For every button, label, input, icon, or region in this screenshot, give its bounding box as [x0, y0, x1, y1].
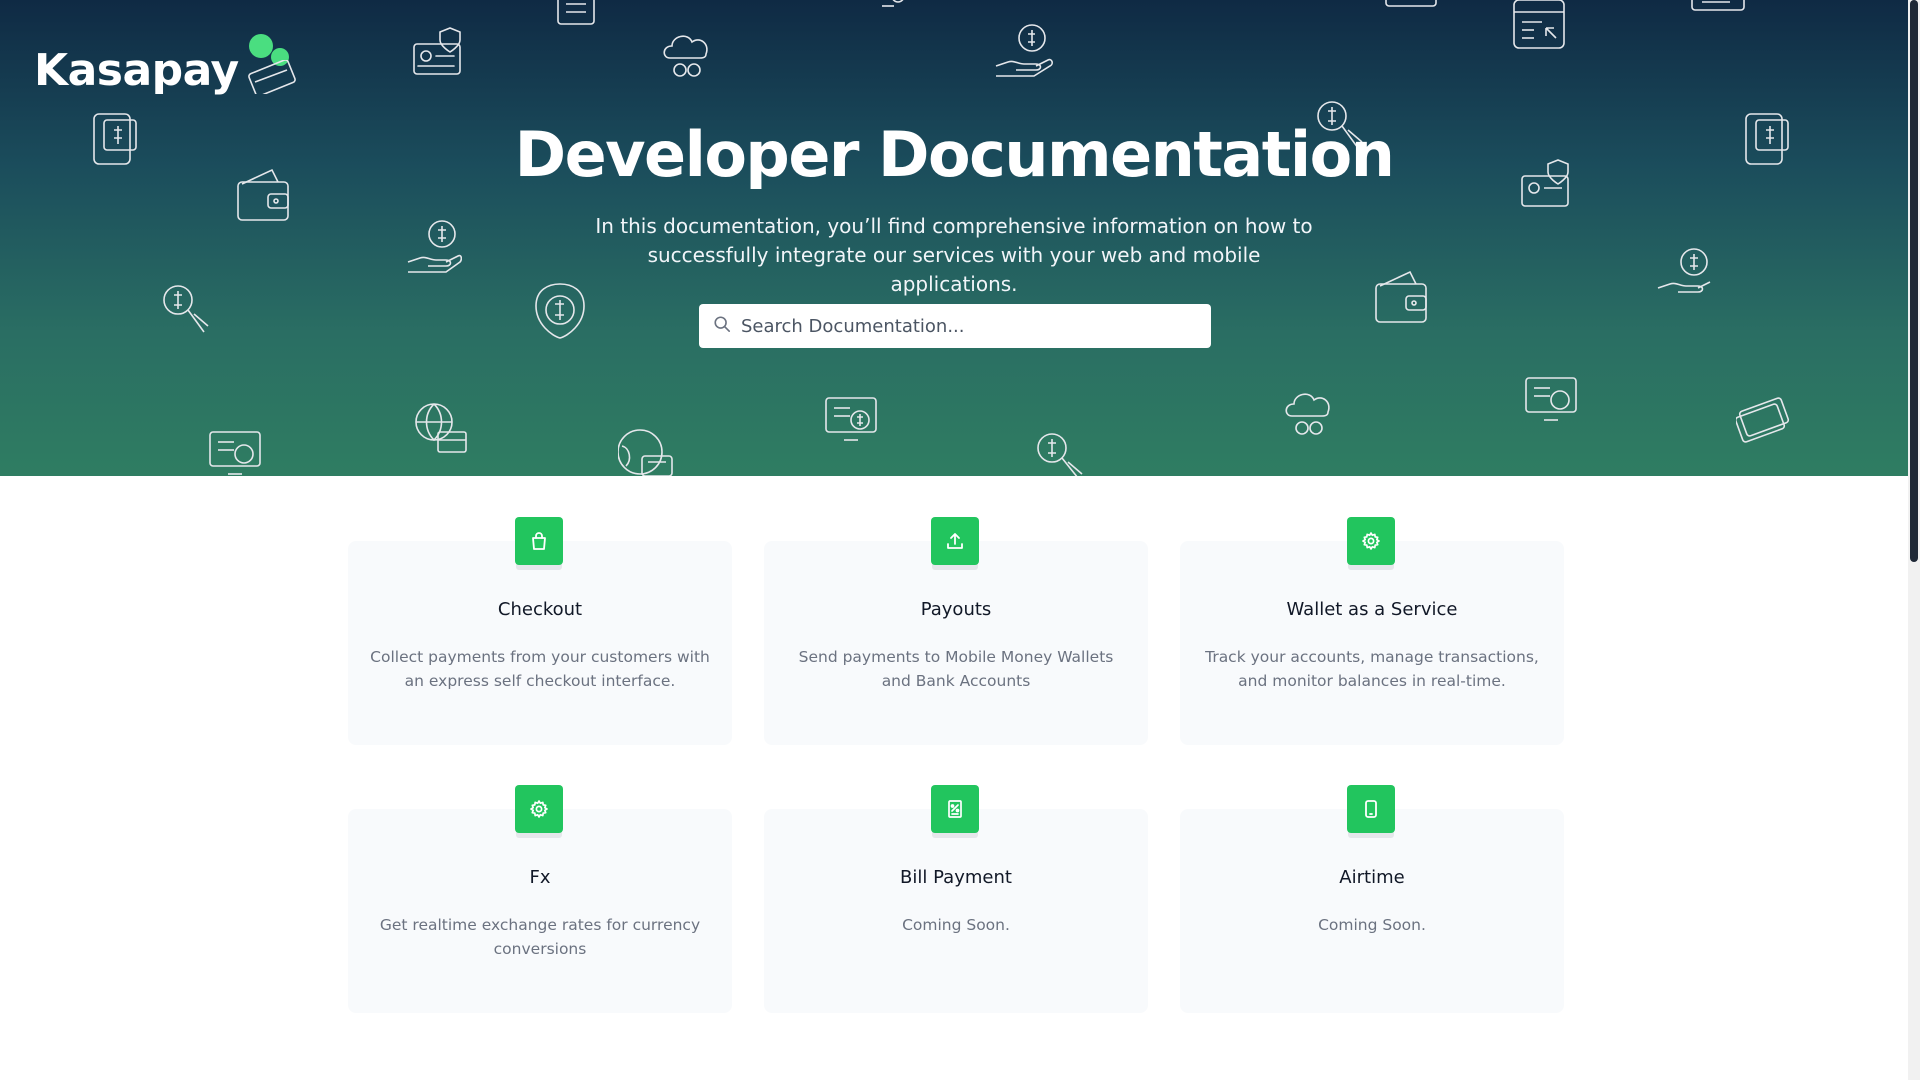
hand-dollar-icon: [994, 22, 1054, 80]
card-title: Fx: [529, 867, 551, 888]
card-payouts[interactable]: Payouts Send payments to Mobile Money Wa…: [764, 517, 1148, 745]
globe-wallet-icon: [617, 426, 674, 476]
dollar-click-icon: [160, 282, 214, 338]
page-scrollbar[interactable]: [1908, 0, 1920, 1080]
card-title: Wallet as a Service: [1286, 599, 1458, 620]
card-checkout[interactable]: Checkout Collect payments from your cust…: [348, 517, 732, 745]
phone-icon: [1347, 785, 1395, 833]
document-icon: [548, 0, 598, 28]
browser-window-icon: [1512, 0, 1566, 52]
hand-dollar-icon: [406, 218, 463, 276]
search-bar[interactable]: [699, 304, 1211, 348]
page-title: Developer Documentation: [514, 118, 1395, 191]
monitor-payment-icon: [208, 430, 264, 476]
card-description: Coming Soon.: [902, 916, 1010, 934]
shield-dollar-icon: [532, 282, 588, 340]
card-wallet-as-a-service[interactable]: Wallet as a Service Track your accounts,…: [1180, 517, 1564, 745]
logo-text: Kasapay: [34, 44, 239, 96]
card-description: Collect payments from your customers wit…: [370, 648, 710, 690]
card-description: Send payments to Mobile Money Wallets an…: [798, 648, 1114, 690]
card-title: Payouts: [920, 599, 992, 620]
card-fx[interactable]: Fx Get realtime exchange rates for curre…: [348, 785, 732, 1013]
logo[interactable]: Kasapay: [34, 30, 303, 110]
card-title: Airtime: [1339, 867, 1405, 888]
logo-mark-icon: [243, 30, 303, 110]
search-icon: [713, 315, 731, 338]
card-airtime[interactable]: Airtime Coming Soon.: [1180, 785, 1564, 1013]
card-description: Get realtime exchange rates for currency…: [379, 916, 701, 958]
search-input[interactable]: [741, 306, 1201, 346]
gear-icon: [1347, 517, 1395, 565]
gear-icon: [515, 785, 563, 833]
card-icon: [1162, 0, 1196, 4]
wallet-icon: [1374, 268, 1430, 324]
card-description: Track your accounts, manage transactions…: [1205, 648, 1539, 690]
card-title: Bill Payment: [900, 867, 1012, 888]
page-subtitle: In this documentation, you’ll find compr…: [595, 214, 1313, 296]
hero-banner: Kasapay Developer Documentation In this …: [0, 0, 1908, 476]
cloud-coins-icon: [660, 28, 714, 80]
card-description: Coming Soon.: [1318, 916, 1426, 934]
card-icon: [1384, 0, 1438, 12]
cloud-coins-icon: [1282, 386, 1336, 438]
hand-coin-icon: [880, 0, 910, 12]
scrollbar-thumb[interactable]: [1910, 0, 1918, 562]
credit-cards-icon: [1734, 388, 1792, 444]
hand-dollar-icon: [1656, 246, 1712, 302]
globe-card-icon: [414, 402, 468, 456]
dollar-click-icon: [1034, 430, 1088, 476]
secure-document-icon: [410, 26, 466, 82]
monitor-payment-icon: [1524, 376, 1580, 430]
upload-icon: [931, 517, 979, 565]
shopping-bag-icon: [515, 517, 563, 565]
card-icon: [1690, 0, 1746, 18]
card-bill-payment[interactable]: Bill Payment Coming Soon.: [764, 785, 1148, 1013]
monitor-payment-icon: [824, 396, 880, 450]
receipt-icon: [931, 785, 979, 833]
card-title: Checkout: [497, 599, 583, 620]
